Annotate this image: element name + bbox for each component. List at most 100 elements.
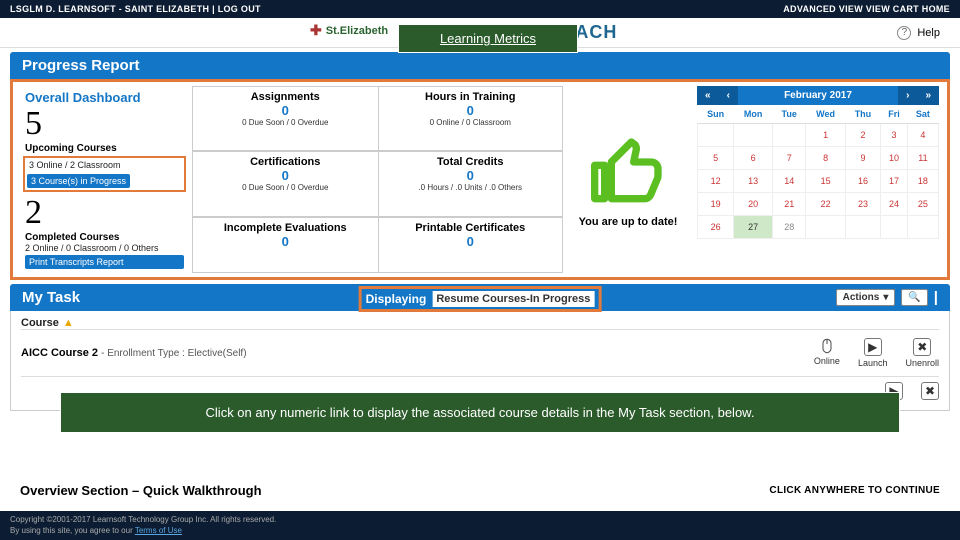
cal-day (881, 216, 908, 239)
tutorial-footer[interactable]: Overview Section – Quick Walkthrough CLI… (0, 473, 960, 508)
mouse-icon (819, 338, 835, 354)
cal-dow: Wed (806, 105, 845, 124)
metric-num[interactable]: 0 (199, 103, 372, 118)
cal-day[interactable]: 15 (806, 170, 845, 193)
terms-prefix: By using this site, you agree to our (10, 526, 135, 535)
displaying-value[interactable]: Resume Courses-In Progress (432, 291, 594, 307)
completed-count[interactable]: 2 (25, 194, 184, 232)
metric-credits[interactable]: Total Credits 0 .0 Hours / .0 Units / .0… (378, 151, 564, 216)
metric-num[interactable]: 0 (199, 168, 372, 183)
terms-link[interactable]: Terms of Use (135, 526, 182, 535)
cal-day (773, 124, 806, 147)
page-footer: Copyright ©2001-2017 Learnsoft Technolog… (0, 511, 960, 540)
cal-day (907, 216, 938, 239)
cal-day[interactable]: 11 (907, 147, 938, 170)
upcoming-count[interactable]: 5 (25, 105, 184, 143)
progress-report-band: Progress Report (10, 52, 950, 79)
cross-icon: ✚ (310, 22, 322, 39)
cal-day[interactable]: 10 (881, 147, 908, 170)
search-task-button[interactable]: 🔍 (901, 289, 927, 306)
cal-day[interactable]: 22 (806, 193, 845, 216)
cal-dow: Fri (881, 105, 908, 124)
cal-day[interactable]: 24 (881, 193, 908, 216)
cal-day[interactable]: 17 (881, 170, 908, 193)
cal-day[interactable]: 9 (845, 147, 880, 170)
cal-dow: Thu (845, 105, 880, 124)
cal-day[interactable]: 19 (698, 193, 734, 216)
cal-day[interactable]: 8 (806, 147, 845, 170)
completed-breakdown: 2 Online / 0 Classroom / 0 Others (25, 243, 184, 253)
cal-day[interactable]: 20 (734, 193, 773, 216)
cal-prev[interactable]: ‹ (719, 86, 738, 105)
metric-title: Total Credits (385, 156, 557, 168)
cal-day[interactable]: 12 (698, 170, 734, 193)
help-icon[interactable]: ? (897, 26, 911, 40)
top-right-links[interactable]: ADVANCED VIEW VIEW CART HOME (783, 4, 950, 14)
metrics-grid: Assignments 0 0 Due Soon / 0 Overdue Hou… (192, 86, 563, 273)
metric-printable-certs[interactable]: Printable Certificates 0 (378, 217, 564, 273)
metric-hours[interactable]: Hours in Training 0 0 Online / 0 Classro… (378, 86, 564, 151)
cal-last[interactable]: » (917, 86, 939, 105)
metric-num[interactable]: 0 (199, 234, 372, 249)
metric-title: Hours in Training (385, 91, 557, 103)
course-column-header[interactable]: Course (21, 317, 59, 329)
cal-day[interactable]: 27 (734, 216, 773, 239)
displaying-box: Displaying Resume Courses-In Progress (359, 286, 602, 312)
calendar: « ‹ February 2017 › » SunMonTueWedThuFri… (693, 86, 943, 273)
metric-certifications[interactable]: Certifications 0 0 Due Soon / 0 Overdue (192, 151, 378, 216)
cal-day (734, 124, 773, 147)
cal-day[interactable]: 18 (907, 170, 938, 193)
metric-title: Certifications (199, 156, 372, 168)
metric-num[interactable]: 0 (385, 168, 557, 183)
cal-day[interactable]: 2 (845, 124, 880, 147)
cal-day[interactable]: 7 (773, 147, 806, 170)
action-unenroll[interactable]: ✖ Unenroll (905, 338, 939, 368)
print-transcripts-pill[interactable]: Print Transcripts Report (25, 255, 184, 269)
action-online[interactable]: Online (814, 338, 840, 368)
cal-day[interactable]: 25 (907, 193, 938, 216)
unenroll-icon: ✖ (913, 338, 931, 356)
metric-sub: 0 Online / 0 Classroom (385, 118, 557, 127)
cal-day[interactable]: 28 (773, 216, 806, 239)
cal-next[interactable]: › (898, 86, 917, 105)
action-launch[interactable]: ▶ Launch (858, 338, 888, 368)
cal-title: February 2017 (738, 86, 898, 105)
cal-day[interactable]: 23 (845, 193, 880, 216)
brand-logo: ✚ St.Elizabeth (310, 22, 388, 39)
cal-day[interactable]: 6 (734, 147, 773, 170)
table-row[interactable]: AICC Course 2 - Enrollment Type : Electi… (21, 329, 939, 376)
metric-assignments[interactable]: Assignments 0 0 Due Soon / 0 Overdue (192, 86, 378, 151)
help-link[interactable]: Help (917, 27, 940, 39)
in-progress-pill[interactable]: 3 Course(s) in Progress (27, 174, 130, 188)
action-unenroll[interactable]: ✖ (921, 382, 939, 400)
thumbs-up-icon (588, 132, 668, 212)
cal-day[interactable]: 3 (881, 124, 908, 147)
cal-day[interactable]: 13 (734, 170, 773, 193)
metric-incomplete-eval[interactable]: Incomplete Evaluations 0 (192, 217, 378, 273)
cal-day[interactable]: 4 (907, 124, 938, 147)
completed-label: Completed Courses (25, 232, 184, 243)
cal-day[interactable]: 5 (698, 147, 734, 170)
metric-num[interactable]: 0 (385, 234, 557, 249)
actions-button[interactable]: Actions▾ (836, 289, 896, 306)
top-left-links[interactable]: LSGLM D. LEARNSOFT - SAINT ELIZABETH | L… (10, 4, 261, 14)
cal-day[interactable]: 14 (773, 170, 806, 193)
cal-dow: Tue (773, 105, 806, 124)
metric-sub: 0 Due Soon / 0 Overdue (199, 118, 372, 127)
cal-day[interactable]: 16 (845, 170, 880, 193)
metric-title: Assignments (199, 91, 372, 103)
metric-title: Incomplete Evaluations (199, 222, 372, 234)
cal-day[interactable]: 21 (773, 193, 806, 216)
cal-day[interactable]: 1 (806, 124, 845, 147)
cal-dow: Sat (907, 105, 938, 124)
metric-num[interactable]: 0 (385, 103, 557, 118)
action-label: Online (814, 356, 840, 366)
clipboard-icon: ▶ (864, 338, 882, 356)
uptodate-text: You are up to date! (579, 216, 678, 228)
upcoming-breakdown: 3 Online / 2 Classroom (25, 158, 184, 172)
sort-asc-icon[interactable]: ▲ (63, 317, 74, 329)
course-meta: - Enrollment Type : Elective(Self) (101, 348, 246, 359)
displaying-label: Displaying (366, 292, 427, 306)
cal-day[interactable]: 26 (698, 216, 734, 239)
cal-first[interactable]: « (697, 86, 719, 105)
